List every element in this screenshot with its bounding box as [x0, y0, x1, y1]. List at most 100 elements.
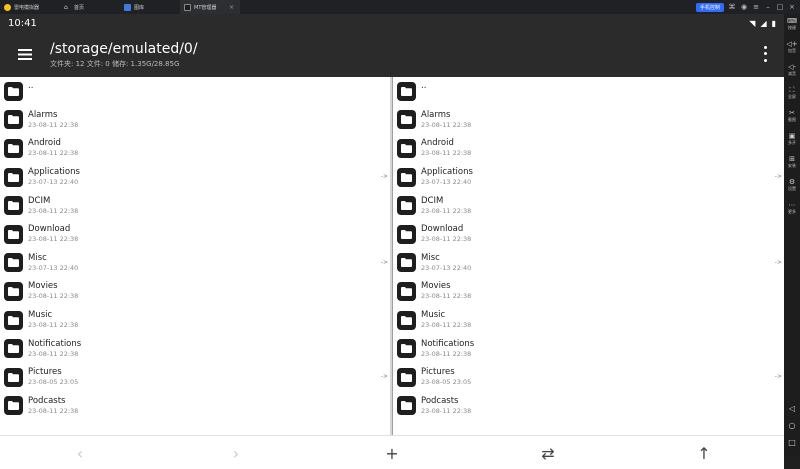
- folder-row[interactable]: Applications 23-07-13 22:40 ->: [393, 163, 784, 192]
- folder-icon: [4, 81, 23, 101]
- gallery-icon: [124, 3, 131, 11]
- folder-icon: [397, 310, 416, 330]
- folder-date: 23-08-11 22:38: [28, 406, 79, 415]
- sidebar-item-scissors[interactable]: ✂ 截图: [786, 109, 797, 132]
- folder-date: 23-08-11 22:38: [421, 321, 472, 330]
- bottom-toolbar: ‹ › + ⇄ ↑: [0, 435, 784, 469]
- left-pane[interactable]: .. Alarms 23-08-11 22:38 Android 23-08-11 22…: [0, 77, 392, 435]
- parent-directory-row[interactable]: ..: [0, 77, 390, 106]
- menu-icon[interactable]: ≡: [752, 3, 760, 11]
- home-icon: ⌂: [64, 3, 68, 11]
- forward-button[interactable]: ›: [226, 443, 246, 463]
- folder-row[interactable]: Alarms 23-08-11 22:38: [393, 106, 784, 135]
- sidebar-item-install[interactable]: ⊞ 安装: [786, 155, 797, 178]
- nav-recents-icon[interactable]: □: [788, 438, 796, 447]
- user-icon[interactable]: ◉: [740, 3, 748, 11]
- sidebar-item-volume-down[interactable]: ◁- 减音: [786, 63, 797, 86]
- tabbar-controls: 手机控制 ⌘ ◉ ≡ – □ ×: [695, 2, 800, 12]
- emulator-sidebar: ⌨ 按键 ◁+ 加音 ◁- 减音 ⛶ 全屏 ✂ 截图 ▣ 多开 ⊞ 安装 ⚙ 设置 ⋯ 更多 ◁ ○ □: [784, 14, 800, 455]
- minimize-icon[interactable]: –: [764, 3, 772, 11]
- emulator-logo-icon: [4, 3, 11, 11]
- folder-date: 23-07-13 22:40: [28, 178, 79, 187]
- folder-icon: [4, 367, 23, 387]
- add-button[interactable]: +: [382, 444, 402, 463]
- close-tab-icon[interactable]: ×: [229, 4, 234, 11]
- folder-row[interactable]: Alarms 23-08-11 22:38: [0, 106, 390, 135]
- back-button[interactable]: ‹: [70, 443, 90, 463]
- folder-row[interactable]: Download 23-08-11 22:38: [0, 220, 390, 249]
- chevron-right-icon: ›: [232, 443, 240, 463]
- sidebar-item-label: 减音: [788, 71, 796, 76]
- folder-row[interactable]: Movies 23-08-11 22:38: [393, 277, 784, 306]
- sidebar-item-settings[interactable]: ⚙ 设置: [786, 178, 797, 201]
- nav-home-icon[interactable]: ○: [789, 421, 796, 430]
- folder-row[interactable]: Misc 23-07-13 22:40 ->: [393, 249, 784, 278]
- folder-row[interactable]: Misc 23-07-13 22:40 ->: [0, 249, 390, 278]
- folder-icon: [4, 281, 23, 301]
- folder-row[interactable]: Podcasts 23-08-11 22:38: [0, 392, 390, 421]
- folder-row[interactable]: Music 23-08-11 22:38: [0, 306, 390, 335]
- folder-name: Android: [421, 138, 454, 149]
- folder-row[interactable]: Download 23-08-11 22:38: [393, 220, 784, 249]
- status-time: 10:41: [8, 17, 37, 29]
- sidebar-item-label: 更多: [788, 209, 796, 214]
- path-title: /storage/emulated/0/: [50, 40, 198, 57]
- folder-icon: [397, 138, 416, 158]
- tab-mt-manager[interactable]: MT管理器 ×: [180, 0, 240, 14]
- folder-date: 23-07-13 22:40: [28, 263, 79, 272]
- gamepad-icon[interactable]: ⌘: [728, 3, 736, 11]
- folder-row[interactable]: Podcasts 23-08-11 22:38: [393, 392, 784, 421]
- link-arrow-icon: ->: [380, 372, 388, 380]
- phone-control-button[interactable]: 手机控制: [695, 2, 724, 12]
- folder-row[interactable]: Android 23-08-11 22:38: [393, 134, 784, 163]
- app-bar: /storage/emulated/0/ 文件夹: 12 文件: 0 储存: 1…: [0, 32, 784, 77]
- folder-row[interactable]: Music 23-08-11 22:38: [393, 306, 784, 335]
- swap-panes-button[interactable]: ⇄: [538, 444, 558, 463]
- sidebar-item-volume-up[interactable]: ◁+ 加音: [786, 40, 797, 63]
- folder-row[interactable]: Notifications 23-08-11 22:38: [0, 334, 390, 363]
- right-pane[interactable]: .. Alarms 23-08-11 22:38 Android 23-08-11 22…: [392, 77, 784, 435]
- link-arrow-icon: ->: [774, 172, 782, 180]
- sidebar-item-fullscreen[interactable]: ⛶ 全屏: [786, 86, 797, 109]
- folder-row[interactable]: DCIM 23-08-11 22:38: [393, 191, 784, 220]
- up-directory-button[interactable]: ↑: [694, 443, 714, 463]
- folder-row[interactable]: Applications 23-07-13 22:40 ->: [0, 163, 390, 192]
- folder-row[interactable]: DCIM 23-08-11 22:38: [0, 191, 390, 220]
- sidebar-item-multi-window[interactable]: ▣ 多开: [786, 132, 797, 155]
- folder-date: 23-08-11 22:38: [28, 149, 79, 158]
- folder-icon: [397, 110, 416, 130]
- folder-date: 23-07-13 22:40: [421, 178, 472, 187]
- emulator-title: 雷电模拟器: [0, 0, 60, 14]
- more-icon: ⋯: [788, 201, 796, 209]
- folder-icon: [397, 253, 416, 273]
- close-window-icon[interactable]: ×: [788, 3, 796, 11]
- folder-row[interactable]: Pictures 23-08-05 23:05 ->: [393, 363, 784, 392]
- link-arrow-icon: ->: [380, 172, 388, 180]
- arrow-up-icon: ↑: [697, 443, 711, 463]
- folder-row[interactable]: Movies 23-08-11 22:38: [0, 277, 390, 306]
- folder-date: 23-08-11 22:38: [421, 206, 472, 215]
- link-arrow-icon: ->: [380, 258, 388, 266]
- sidebar-item-label: 加音: [788, 48, 796, 53]
- nav-back-icon[interactable]: ◁: [789, 404, 795, 413]
- folder-row[interactable]: Notifications 23-08-11 22:38: [393, 334, 784, 363]
- folder-icon: [4, 396, 23, 416]
- maximize-icon[interactable]: □: [776, 3, 784, 11]
- chevron-left-icon: ‹: [76, 443, 84, 463]
- tab-gallery[interactable]: 图库: [120, 0, 180, 14]
- parent-directory-row[interactable]: ..: [393, 77, 784, 106]
- folder-row[interactable]: Android 23-08-11 22:38: [0, 134, 390, 163]
- folder-date: 23-08-11 22:38: [421, 292, 472, 301]
- path-header: /storage/emulated/0/ 文件夹: 12 文件: 0 储存: 1…: [50, 41, 198, 69]
- folder-name: Pictures: [28, 367, 62, 378]
- folder-icon: [4, 224, 23, 244]
- link-arrow-icon: ->: [774, 258, 782, 266]
- menu-button[interactable]: [0, 32, 50, 77]
- folder-date: 23-08-11 22:38: [28, 235, 79, 244]
- overflow-menu-button[interactable]: [760, 44, 770, 64]
- sidebar-item-more[interactable]: ⋯ 更多: [786, 201, 797, 224]
- folder-date: 23-08-11 22:38: [28, 349, 79, 358]
- folder-row[interactable]: Pictures 23-08-05 23:05 ->: [0, 363, 390, 392]
- tab-home[interactable]: ⌂ 首页: [60, 0, 120, 14]
- sidebar-item-keyboard[interactable]: ⌨ 按键: [786, 17, 797, 40]
